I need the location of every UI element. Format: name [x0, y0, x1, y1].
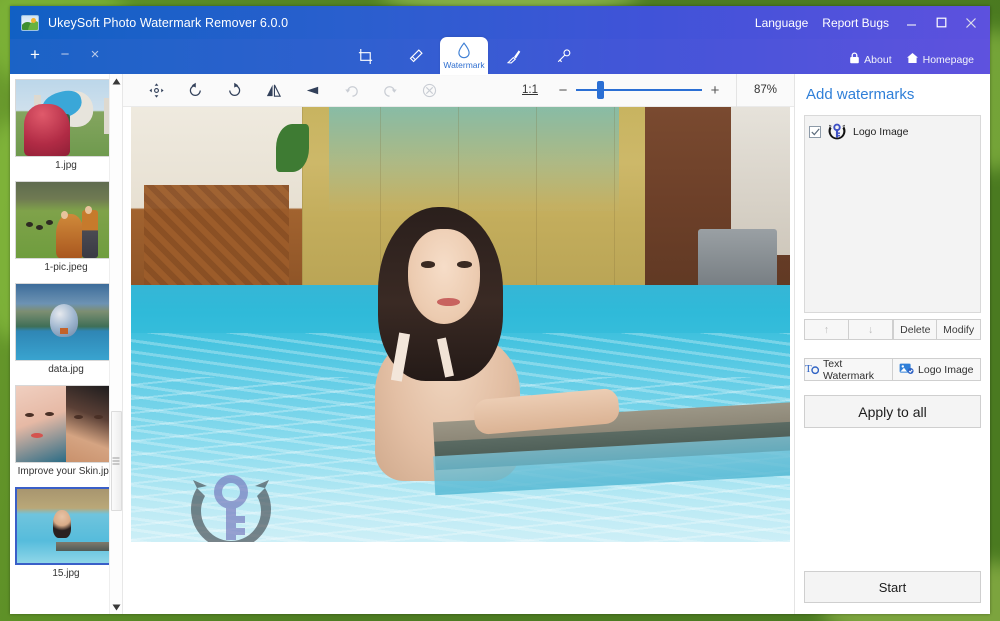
scrollbar-thumb[interactable]	[111, 411, 122, 511]
key-logo-icon	[826, 121, 848, 143]
thumbnail-filename: 15.jpg	[15, 565, 117, 585]
eraser-icon	[407, 48, 424, 65]
tab-brush[interactable]	[488, 39, 538, 74]
thumbnail-image[interactable]	[15, 487, 117, 565]
thumbnail-filename: 1.jpg	[15, 157, 117, 177]
zoom-slider-handle[interactable]	[597, 81, 604, 99]
key-icon	[555, 48, 572, 65]
thumbnail-image[interactable]	[15, 385, 117, 463]
zoom-out-button[interactable]: −	[550, 82, 576, 99]
crop-icon	[357, 48, 374, 65]
add-file-button[interactable]: +	[20, 42, 50, 68]
text-watermark-icon: T	[805, 362, 819, 378]
list-item[interactable]: 1-pic.jpeg	[10, 178, 122, 280]
thumbnail-filename: Improve your Skin.jpg	[15, 463, 117, 483]
add-text-watermark-button[interactable]: T Text Watermark	[804, 358, 893, 381]
watermark-checkbox[interactable]	[809, 126, 821, 138]
zoom-level-value: 87%	[736, 74, 794, 107]
watermark-panel: Add watermarks	[794, 74, 990, 614]
thumbnail-sidebar: 1.jpg	[10, 74, 123, 614]
undo-icon[interactable]	[332, 74, 371, 107]
add-logo-image-button[interactable]: Logo Image	[893, 358, 982, 381]
about-label: About	[864, 54, 891, 66]
app-logo-icon	[21, 15, 39, 31]
move-up-button[interactable]: ↑	[804, 319, 849, 340]
rotate-right-icon[interactable]	[215, 74, 254, 107]
redo-icon[interactable]	[371, 74, 410, 107]
thumbnail-image[interactable]	[15, 79, 117, 157]
apply-to-all-button[interactable]: Apply to all	[804, 395, 981, 428]
add-watermark-actions: T Text Watermark	[804, 358, 981, 381]
list-item[interactable]: data.jpg	[10, 280, 122, 382]
scrollbar-track[interactable]	[110, 88, 123, 600]
scroll-up-icon[interactable]	[110, 74, 123, 88]
language-menu[interactable]: Language	[748, 16, 815, 30]
title-bar: UkeySoft Photo Watermark Remover 6.0.0 L…	[10, 6, 990, 39]
svg-text:T: T	[805, 363, 812, 375]
delete-button[interactable]: Delete	[893, 319, 937, 340]
brush-icon	[505, 48, 522, 65]
start-button[interactable]: Start	[804, 571, 981, 603]
list-item[interactable]: 1.jpg	[10, 76, 122, 178]
main-toolbar: + − ×	[10, 39, 990, 74]
image-edit-toolbar: 1:1 − + 87%	[123, 74, 794, 107]
image-canvas[interactable]	[123, 107, 794, 614]
list-item[interactable]: Improve your Skin.jpg	[10, 382, 122, 484]
tool-tabs: Watermark	[340, 39, 588, 74]
rotate-left-icon[interactable]	[176, 74, 215, 107]
sidebar-scrollbar[interactable]	[109, 74, 122, 614]
reset-icon[interactable]	[410, 74, 449, 107]
zoom-in-button[interactable]: +	[702, 82, 728, 99]
file-actions-group: + − ×	[20, 39, 110, 74]
thumbnail-list[interactable]: 1.jpg	[10, 74, 122, 614]
modify-button[interactable]: Modify	[937, 319, 981, 340]
start-button-wrapper: Start	[804, 571, 981, 614]
thumbnail-image[interactable]	[15, 283, 117, 361]
canvas-column: 1:1 − + 87%	[123, 74, 794, 614]
thumbnail-image[interactable]	[15, 181, 117, 259]
add-text-watermark-label: Text Watermark	[823, 358, 892, 382]
watermark-list-actions: ↑ ↓ Delete Modify	[804, 319, 981, 340]
panel-title: Add watermarks	[804, 74, 981, 115]
thumbnail-filename: data.jpg	[15, 361, 117, 381]
logo-image-icon	[899, 362, 914, 378]
preview-image[interactable]	[131, 107, 790, 542]
remove-file-button[interactable]: −	[50, 42, 80, 68]
list-item[interactable]: 15.jpg	[10, 484, 122, 586]
watermark-item-label: Logo Image	[853, 126, 908, 138]
thumbnail-filename: 1-pic.jpeg	[15, 259, 117, 279]
watermark-list[interactable]: Logo Image	[804, 115, 981, 313]
tab-crop[interactable]	[340, 39, 390, 74]
close-button[interactable]	[956, 9, 986, 37]
tab-eraser[interactable]	[390, 39, 440, 74]
application-window: UkeySoft Photo Watermark Remover 6.0.0 L…	[10, 6, 990, 614]
window-title: UkeySoft Photo Watermark Remover 6.0.0	[48, 16, 288, 30]
watermark-list-item[interactable]: Logo Image	[809, 121, 976, 143]
window-body: 1.jpg	[10, 74, 990, 614]
zoom-slider[interactable]	[576, 84, 702, 96]
minimize-button[interactable]	[896, 9, 926, 37]
zoom-ratio-reset[interactable]: 1:1	[510, 84, 550, 96]
title-bar-right-group: Language Report Bugs	[748, 9, 990, 37]
report-bugs-link[interactable]: Report Bugs	[815, 16, 896, 30]
flip-vertical-icon[interactable]	[293, 74, 332, 107]
tab-key[interactable]	[538, 39, 588, 74]
homepage-button[interactable]: Homepage	[900, 52, 980, 67]
move-down-button[interactable]: ↓	[849, 319, 894, 340]
clear-files-button[interactable]: ×	[80, 42, 110, 68]
help-links-group: About Homepage	[843, 52, 980, 74]
tab-watermark-label: Watermark	[443, 60, 484, 70]
droplet-icon	[457, 42, 471, 59]
scroll-down-icon[interactable]	[110, 600, 123, 614]
zoom-slider-track	[576, 89, 702, 91]
move-icon[interactable]	[137, 74, 176, 107]
about-button[interactable]: About	[843, 52, 897, 67]
home-icon	[906, 52, 919, 67]
add-logo-image-label: Logo Image	[918, 364, 973, 376]
homepage-label: Homepage	[923, 54, 974, 66]
maximize-button[interactable]	[926, 9, 956, 37]
lock-icon	[849, 52, 860, 67]
tab-watermark[interactable]: Watermark	[440, 37, 488, 75]
flip-horizontal-icon[interactable]	[254, 74, 293, 107]
